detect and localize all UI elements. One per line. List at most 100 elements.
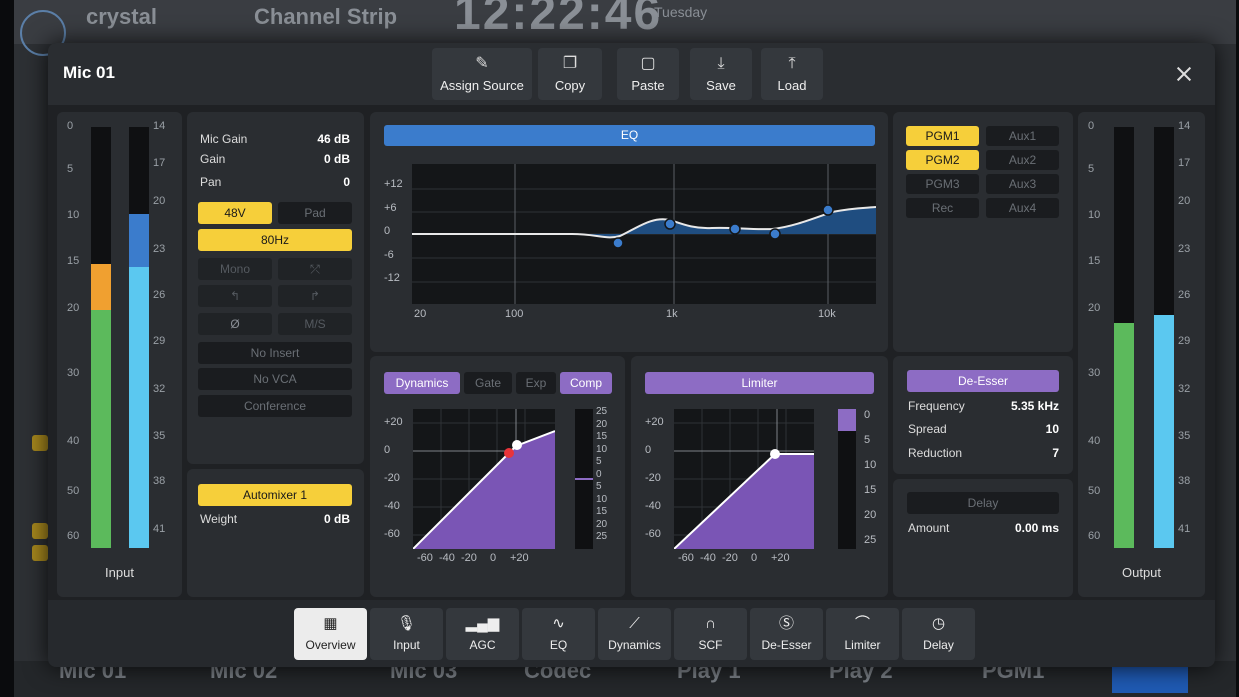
gain-value[interactable]: 0 dB: [324, 152, 350, 166]
pencil-icon: ✎: [475, 55, 489, 72]
reduction-value[interactable]: 7: [1052, 446, 1059, 460]
dynamics-curve-graph[interactable]: [413, 409, 555, 549]
mic-gain-value[interactable]: 46 dB: [317, 132, 350, 146]
limiter-meter-tick: 0: [864, 409, 871, 421]
gain-reduction-marker: [575, 478, 593, 480]
paste-button[interactable]: ▢ Paste: [617, 48, 679, 100]
meter-scale-label: 26: [153, 289, 166, 301]
conference-toggle[interactable]: Conference: [198, 395, 352, 417]
meter-scale-label: 10: [67, 209, 80, 221]
tab-eq[interactable]: ∿ EQ: [522, 608, 595, 660]
dynamics-tab[interactable]: Dynamics: [384, 372, 460, 394]
background-day: Tuesday: [654, 4, 708, 20]
routing-pgm1-toggle[interactable]: PGM1: [906, 126, 979, 146]
mono-toggle[interactable]: Mono: [198, 258, 272, 280]
eq-band-1-handle: [612, 237, 624, 249]
tab-scf[interactable]: ∩ SCF: [674, 608, 747, 660]
right-route-icon[interactable]: ↱: [278, 285, 352, 307]
save-button[interactable]: ⤓ Save: [690, 48, 752, 100]
phantom-48v-toggle[interactable]: 48V: [198, 202, 272, 224]
vca-selector[interactable]: No VCA: [198, 368, 352, 390]
tab-delay[interactable]: ◷ Delay: [902, 608, 975, 660]
tab-dynamics[interactable]: ⟋ Dynamics: [598, 608, 671, 660]
routing-pgm2-toggle[interactable]: PGM2: [906, 150, 979, 170]
exp-tab[interactable]: Exp: [516, 372, 556, 394]
limiter-reduction-level: [838, 409, 856, 431]
output-meter-level: [1114, 323, 1134, 548]
limiter-curve-graph[interactable]: [674, 409, 814, 549]
limiter-reduction-meter: [838, 409, 856, 549]
tab-agc[interactable]: ▂▄▆ AGC: [446, 608, 519, 660]
tab-label: Delay: [923, 638, 954, 652]
mic-gain-label: Mic Gain: [200, 132, 248, 146]
gain-reduction-tick: 15: [596, 506, 608, 517]
gate-tab[interactable]: Gate: [464, 372, 512, 394]
tab-input[interactable]: 🎙 Input: [370, 608, 443, 660]
tab-label: Overview: [305, 638, 356, 652]
eq-panel[interactable]: EQ +12 +6 0 -6 -12 20 100 1k 10k: [370, 112, 888, 352]
spread-value[interactable]: 10: [1046, 422, 1059, 436]
eq-graph[interactable]: [412, 164, 876, 304]
tab-overview[interactable]: ▦ Overview: [294, 608, 367, 660]
limiter-panel[interactable]: Limiter +20 0 -20 -40 -60 -60 -40 -20 0 +20: [631, 356, 888, 597]
eq-x-tick: 20: [414, 308, 427, 320]
limiter-meter-tick: 10: [864, 459, 877, 471]
dynamics-x-tick: -40: [439, 552, 455, 564]
eq-x-tick: 1k: [666, 308, 678, 320]
meter-scale-label: 23: [1178, 243, 1191, 255]
ms-toggle[interactable]: M/S: [278, 313, 352, 335]
output-meter-label: Output: [1121, 565, 1162, 580]
meter-scale-label: 35: [1178, 430, 1191, 442]
frequency-value[interactable]: 5.35 kHz: [1011, 399, 1059, 413]
assign-source-button[interactable]: ✎ Assign Source: [432, 48, 532, 100]
load-label: Load: [777, 78, 807, 93]
left-route-icon[interactable]: ↰: [198, 285, 272, 307]
deesser-panel[interactable]: De-Esser Frequency 5.35 kHz Spread 10 Re…: [893, 356, 1073, 474]
automixer-selector[interactable]: Automixer 1: [198, 484, 352, 506]
insert-selector[interactable]: No Insert: [198, 342, 352, 364]
load-button[interactable]: ⤒ Load: [761, 48, 823, 100]
comp-tab[interactable]: Comp: [560, 372, 612, 394]
eq-title[interactable]: EQ: [384, 125, 875, 146]
routing-aux1-toggle[interactable]: Aux1: [986, 126, 1059, 146]
gain-reduction-tick: 10: [596, 493, 608, 505]
gain-reduction-tick: 20: [596, 418, 608, 430]
pan-value[interactable]: 0: [343, 175, 350, 189]
tab-deesser[interactable]: Ⓢ De-Esser: [750, 608, 823, 660]
eq-y-tick: -12: [384, 272, 400, 284]
meter-scale-label: 17: [153, 157, 166, 169]
background-clock: 12:22:46: [454, 0, 663, 40]
amount-value[interactable]: 0.00 ms: [1015, 521, 1059, 535]
delay-title[interactable]: Delay: [907, 492, 1059, 514]
input-meter-peak: [91, 264, 111, 310]
dynamics-y-tick: -60: [384, 528, 400, 540]
output-meter-left: [1114, 127, 1134, 548]
pad-toggle[interactable]: Pad: [278, 202, 352, 224]
deesser-title[interactable]: De-Esser: [907, 370, 1059, 392]
amount-label: Amount: [908, 521, 950, 535]
eq-band-3-handle: [729, 223, 741, 235]
load-icon: ⤒: [788, 55, 796, 72]
delay-panel[interactable]: Delay Amount 0.00 ms: [893, 479, 1073, 597]
routing-rec-toggle[interactable]: Rec: [906, 198, 979, 218]
routing-pgm3-toggle[interactable]: PGM3: [906, 174, 979, 194]
input-meter-panel: 0 5 10 15 20 30 40 50 60 14 17 20 23 26 29 32 35 38 41 In…: [57, 112, 182, 597]
phase-invert-toggle[interactable]: Ø: [198, 313, 272, 335]
dynamics-panel[interactable]: Dynamics Gate Exp Comp +20 0 -20 -40 -60…: [370, 356, 625, 597]
close-icon[interactable]: [1177, 67, 1191, 81]
routing-aux4-toggle[interactable]: Aux4: [986, 198, 1059, 218]
meter-scale-label: 29: [153, 335, 166, 347]
routing-aux3-toggle[interactable]: Aux3: [986, 174, 1059, 194]
copy-button[interactable]: ❐ Copy: [538, 48, 602, 100]
limiter-x-tick: -40: [700, 552, 716, 564]
highpass-80hz-toggle[interactable]: 80Hz: [198, 229, 352, 251]
save-icon: ⤓: [717, 55, 725, 72]
weight-value[interactable]: 0 dB: [324, 512, 350, 526]
gain-label: Gain: [200, 152, 226, 166]
dynamics-x-tick: -60: [417, 552, 433, 564]
tab-limiter[interactable]: ⌒ Limiter: [826, 608, 899, 660]
gain-reduction-tick: 5: [596, 481, 602, 492]
routing-aux2-toggle[interactable]: Aux2: [986, 150, 1059, 170]
swap-icon[interactable]: ⤱: [278, 258, 352, 280]
limiter-title[interactable]: Limiter: [645, 372, 874, 394]
